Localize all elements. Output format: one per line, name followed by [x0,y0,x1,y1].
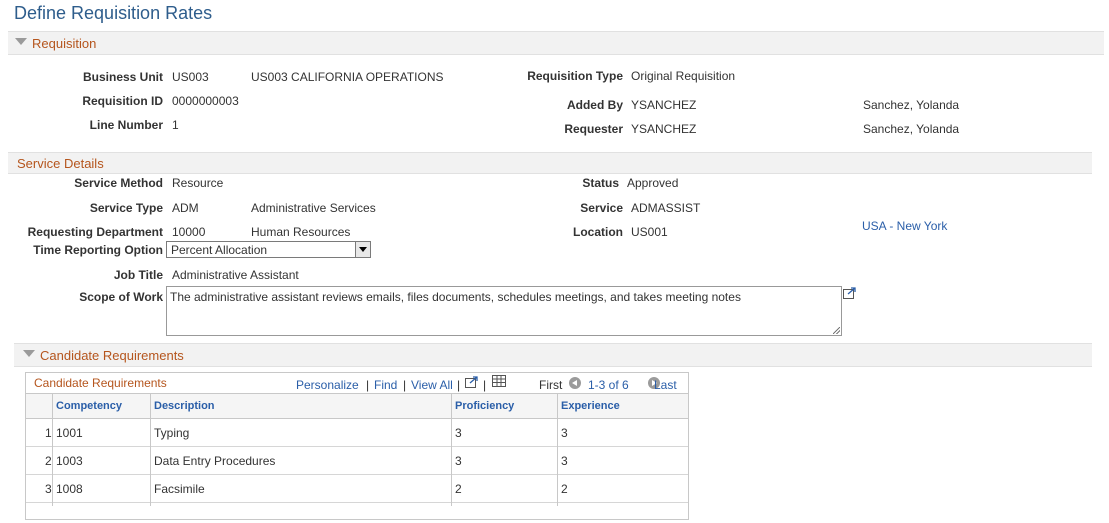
added-by-value: YSANCHEZ [631,98,697,112]
time-reporting-option-select[interactable]: Percent Allocation [166,241,371,258]
table-row: 2 1003 Data Entry Procedures 3 3 [26,447,688,475]
experience-cell: 3 [561,426,568,440]
proficiency-cell: 3 [455,454,462,468]
requesting-department-value: 10000 [172,225,206,239]
requisition-section-header[interactable]: Requisition [8,31,1104,55]
row-number: 3 [45,482,52,496]
requisition-section-title[interactable]: Requisition [32,36,96,51]
experience-cell: 3 [561,454,568,468]
time-reporting-option-value: Percent Allocation [171,243,268,257]
requisition-type-value: Original Requisition [631,69,736,83]
business-unit-label: Business Unit [82,70,163,84]
service-method-value: Resource [172,176,224,190]
grid-navigation-bar: Candidate Requirements Personalize | Fin… [26,373,688,393]
line-number-label: Line Number [89,118,163,132]
line-number-value: 1 [172,118,179,132]
table-row: 1 1001 Typing 3 3 [26,419,688,447]
first-label[interactable]: First [539,378,562,392]
grid-title: Candidate Requirements [34,376,167,390]
service-details-header: Service Details [8,152,1092,174]
time-reporting-option-label: Time Reporting Option [33,243,163,257]
last-link[interactable]: Last [654,378,677,392]
column-divider [150,393,151,506]
location-value: US001 [631,225,668,239]
requesting-department-label: Requesting Department [27,225,163,239]
find-link[interactable]: Find [374,378,397,392]
competency-cell: 1001 [56,426,83,440]
added-by-label: Added By [566,98,623,112]
service-details-title: Service Details [17,156,104,171]
candidate-section-header[interactable]: Candidate Requirements [14,343,1092,367]
previous-arrow-icon[interactable] [569,376,581,389]
row-number: 2 [45,454,52,468]
separator: | [403,378,407,392]
table-row: 3 1008 Facsimile 2 2 [26,475,688,503]
requesting-department-description: Human Resources [251,225,351,239]
collapse-triangle-icon[interactable] [15,38,27,45]
separator: | [457,378,461,392]
column-divider [557,393,558,506]
service-type-label: Service Type [89,201,163,215]
business-unit-description: US003 CALIFORNIA OPERATIONS [251,70,444,84]
requester-label: Requester [564,122,623,136]
page-title: Define Requisition Rates [14,3,213,23]
scope-of-work-textarea[interactable]: The administrative assistant reviews ema… [166,286,842,336]
status-value: Approved [627,176,679,190]
candidate-requirements-grid: Candidate Requirements Personalize | Fin… [25,372,689,520]
row-number: 1 [45,426,52,440]
column-header-description[interactable]: Description [154,400,215,412]
experience-cell: 2 [561,482,568,496]
status-label: Status [582,176,619,190]
service-type-value: ADM [172,201,199,215]
column-header-proficiency[interactable]: Proficiency [455,400,514,412]
service-value: ADMASSIST [631,201,701,215]
column-header-competency[interactable]: Competency [56,400,122,412]
view-all-link[interactable]: View All [411,378,453,392]
business-unit-value: US003 [172,70,209,84]
personalize-link[interactable]: Personalize [296,378,359,392]
separator: | [483,378,487,392]
competency-cell: 1003 [56,454,83,468]
expand-textarea-icon[interactable] [843,287,857,302]
service-method-label: Service Method [74,176,163,190]
service-type-description: Administrative Services [251,201,376,215]
column-divider [52,393,53,506]
row-range: 1-3 of 6 [588,378,629,392]
description-cell: Data Entry Procedures [154,454,276,468]
requisition-id-value: 0000000003 [172,94,239,108]
added-by-name: Sanchez, Yolanda [863,98,960,112]
competency-cell: 1008 [56,482,83,496]
requisition-id-label: Requisition ID [82,94,163,108]
collapse-triangle-icon[interactable] [23,350,35,357]
requisition-type-label: Requisition Type [527,69,623,83]
column-divider [451,393,452,506]
requester-value: YSANCHEZ [631,122,697,136]
separator: | [366,378,370,392]
service-label: Service [580,201,623,215]
location-link[interactable]: USA - New York [862,219,947,233]
proficiency-cell: 3 [455,426,462,440]
new-window-icon[interactable] [465,376,479,391]
chevron-down-icon[interactable] [355,242,370,257]
description-cell: Typing [154,426,190,440]
job-title-value: Administrative Assistant [172,268,299,282]
description-cell: Facsimile [154,482,205,496]
scope-of-work-label: Scope of Work [79,290,163,304]
proficiency-cell: 2 [455,482,462,496]
candidate-section-title[interactable]: Candidate Requirements [40,348,184,363]
location-label: Location [573,225,623,239]
scope-of-work-text: The administrative assistant reviews ema… [170,290,741,304]
grid-column-headers: Competency Description Proficiency Exper… [26,393,688,419]
requester-name: Sanchez, Yolanda [863,122,960,136]
column-header-experience[interactable]: Experience [561,400,620,412]
resize-handle-icon[interactable] [833,327,840,334]
job-title-label: Job Title [113,268,163,282]
download-grid-icon[interactable] [492,375,506,390]
